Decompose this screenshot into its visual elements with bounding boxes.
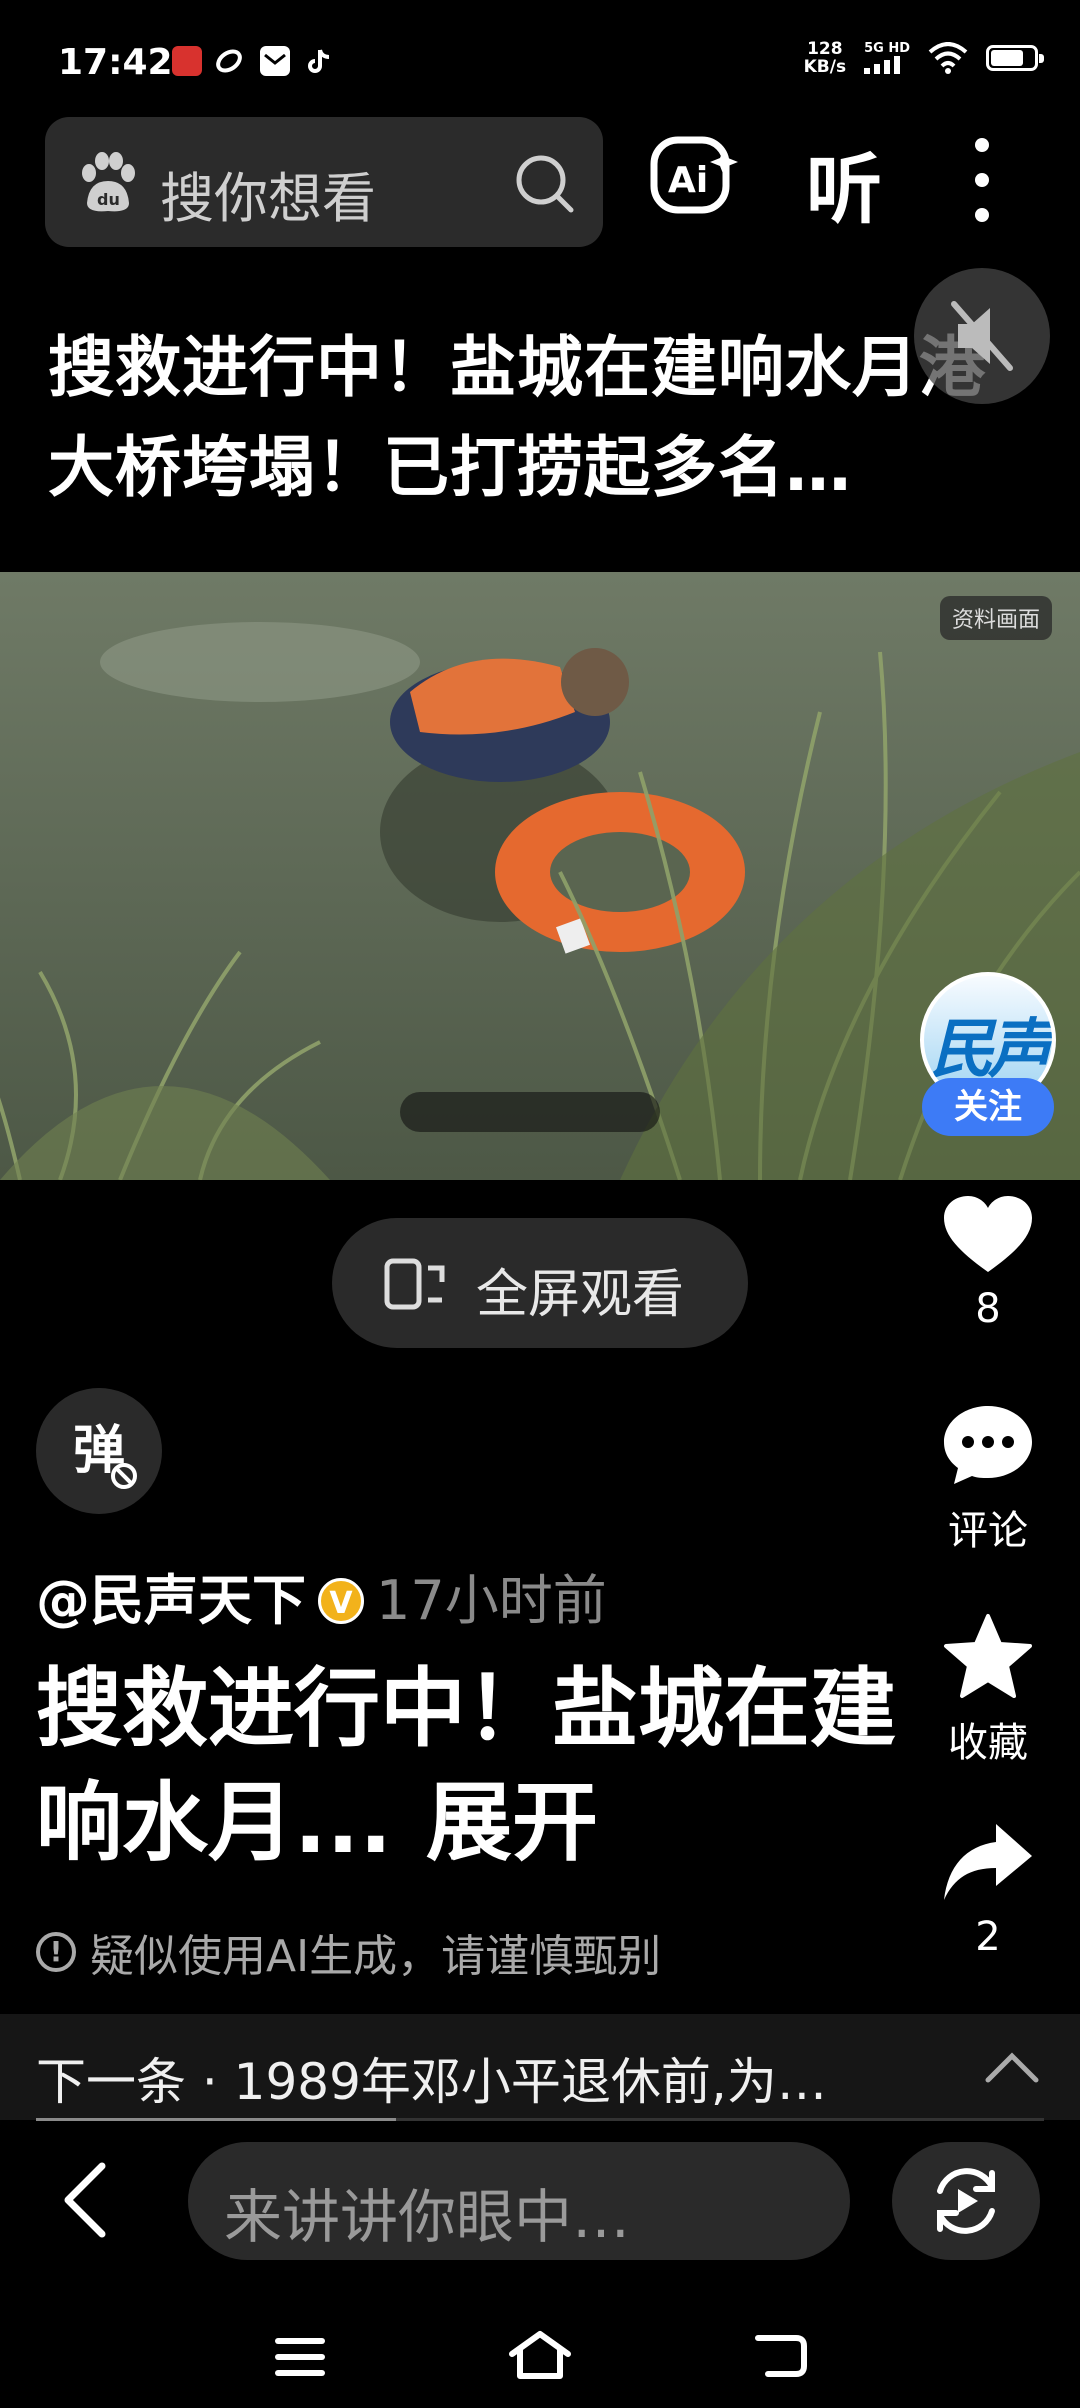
favorite-label: 收藏: [948, 1720, 1028, 1766]
ai-warning-text: 疑似使用AI生成，请谨慎甄别: [90, 1931, 662, 1982]
author-info: @民声天下 V 17小时前: [36, 1556, 607, 1635]
status-indicators: 128 KB/s 5G HD: [803, 39, 1044, 77]
archive-footage-badge: 资料画面: [940, 596, 1053, 640]
next-video-bar[interactable]: 下一条 · 1989年邓小平退休前,为…: [0, 2014, 1080, 2120]
ai-icon: Ai: [650, 136, 738, 214]
expand-button[interactable]: 展开: [426, 1773, 598, 1873]
svg-text:du: du: [97, 190, 120, 209]
comment-icon: [944, 1406, 1032, 1484]
like-button[interactable]: 8: [930, 1192, 1046, 1332]
video-description: 搜救进行中！盐城在建响水月... 展开: [36, 1652, 896, 1880]
auto-play-button[interactable]: [892, 2142, 1040, 2260]
wifi-icon: [928, 42, 968, 74]
comment-button[interactable]: 评论: [930, 1402, 1046, 1556]
warning-icon: !: [36, 1932, 76, 1972]
network-type: 5G HD: [864, 41, 910, 56]
back-arrow-icon[interactable]: [60, 2160, 110, 2240]
share-icon: [944, 1824, 1032, 1900]
search-icon[interactable]: [513, 152, 575, 214]
more-options-icon[interactable]: [970, 138, 994, 222]
video-player[interactable]: [0, 572, 1080, 1180]
search-placeholder: 搜你想看: [160, 167, 376, 230]
ai-generated-warning: ! 疑似使用AI生成，请谨慎甄别: [36, 1920, 661, 1984]
system-navigation-bar: [0, 2300, 1080, 2408]
verified-badge-icon: V: [318, 1578, 364, 1624]
status-time: 17:42: [58, 42, 173, 83]
star-icon: [944, 1614, 1032, 1698]
like-count: 8: [975, 1286, 1001, 1332]
ai-button[interactable]: Ai: [650, 134, 742, 222]
post-time: 17小时前: [376, 1569, 607, 1632]
next-video-title: 下一条 · 1989年邓小平退休前,为…: [36, 2053, 827, 2111]
share-count: 2: [975, 1914, 1001, 1960]
comment-label: 评论: [948, 1508, 1028, 1554]
chevron-up-icon[interactable]: [984, 2048, 1040, 2084]
listen-button[interactable]: 听: [806, 128, 882, 238]
comment-placeholder: 来讲讲你眼中…: [224, 2183, 631, 2251]
home-icon[interactable]: [508, 2330, 572, 2380]
mute-button[interactable]: [914, 268, 1050, 404]
mail-notification-icon: [260, 46, 290, 76]
fullscreen-button[interactable]: 全屏观看: [332, 1218, 748, 1348]
video-progress-fill: [36, 2118, 396, 2121]
danmaku-toggle-button[interactable]: 弹: [36, 1388, 162, 1514]
network-speed: 128 KB/s: [803, 39, 847, 77]
replay-icon: [937, 2168, 995, 2234]
speaker-muted-icon: [951, 301, 1013, 371]
video-frame-image: [0, 572, 1080, 1180]
status-bar: 17:42 128 KB/s 5G HD: [0, 0, 1080, 110]
link-notification-icon: [214, 46, 244, 76]
comment-input[interactable]: 来讲讲你眼中…: [188, 2142, 850, 2260]
menu-icon[interactable]: [274, 2336, 326, 2378]
danmaku-off-icon: [111, 1463, 137, 1489]
author-handle[interactable]: @民声天下: [36, 1569, 306, 1632]
follow-button[interactable]: 关注: [922, 1078, 1054, 1136]
heart-icon: [944, 1196, 1032, 1272]
back-nav-icon[interactable]: [752, 2332, 808, 2378]
share-button[interactable]: 2: [930, 1820, 1046, 1960]
fullscreen-label: 全屏观看: [476, 1265, 685, 1325]
fullscreen-icon: [384, 1258, 445, 1310]
app-notification-icon: [172, 46, 202, 76]
baidu-paw-icon: du: [82, 152, 135, 212]
svg-text:Ai: Ai: [668, 160, 708, 201]
tiktok-notification-icon: [304, 46, 334, 76]
signal-icon: 5G HD: [864, 42, 910, 74]
search-bar[interactable]: du 搜你想看: [45, 117, 603, 247]
favorite-button[interactable]: 收藏: [930, 1612, 1046, 1768]
battery-icon: [986, 45, 1044, 71]
video-title: 搜救进行中！盐城在建响水月港大桥垮塌！已打捞起多名…: [48, 329, 986, 506]
